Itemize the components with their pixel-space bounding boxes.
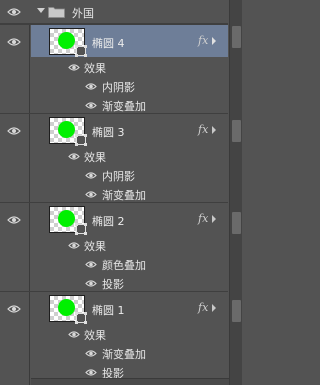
layer-row[interactable]: 椭圆 4 fx	[0, 24, 228, 57]
effect-name: 内阴影	[102, 81, 135, 94]
folder-icon	[48, 6, 65, 18]
effect-item[interactable]: 渐变叠加	[0, 95, 228, 114]
effect-name: 内阴影	[102, 170, 135, 183]
layer-thumbnail[interactable]	[49, 117, 87, 146]
scroll-thumb[interactable]	[232, 212, 241, 234]
eye-icon[interactable]	[85, 81, 97, 90]
fx-icon[interactable]: fx	[198, 34, 208, 47]
eye-icon[interactable]	[7, 7, 21, 17]
ellipse-shape	[58, 32, 75, 49]
effect-item[interactable]: 投影	[0, 273, 228, 292]
eye-icon[interactable]	[85, 278, 97, 287]
effect-item[interactable]: 渐变叠加	[0, 184, 228, 203]
eye-icon[interactable]	[68, 329, 80, 338]
effect-name: 渐变叠加	[102, 348, 146, 361]
effects-header[interactable]: 效果	[0, 235, 228, 254]
eye-icon[interactable]	[85, 367, 97, 376]
eye-icon[interactable]	[68, 240, 80, 249]
eye-icon[interactable]	[7, 126, 21, 136]
layers-panel: 外国 椭圆 4 fx 效果 内阴影 渐变叠加 椭圆 3 fx 效果 内阴影 渐变叠加 椭圆 2 fx 效…	[0, 0, 242, 385]
eye-icon[interactable]	[85, 100, 97, 109]
fx-icon[interactable]: fx	[198, 301, 208, 314]
effects-label: 效果	[84, 240, 106, 253]
effect-name: 渐变叠加	[102, 100, 146, 113]
group-name: 外国	[72, 7, 94, 20]
effects-label: 效果	[84, 62, 106, 75]
shape-layer-icon	[75, 312, 87, 324]
eye-icon[interactable]	[7, 304, 21, 314]
eye-icon[interactable]	[85, 348, 97, 357]
eye-icon[interactable]	[7, 215, 21, 225]
effects-toggle-icon[interactable]	[212, 126, 216, 134]
eye-icon[interactable]	[85, 259, 97, 268]
effect-name: 投影	[102, 278, 124, 291]
layer-name[interactable]: 椭圆 2	[92, 213, 125, 229]
shape-layer-icon	[75, 45, 87, 57]
layer-name[interactable]: 椭圆 4	[92, 35, 125, 51]
fx-icon[interactable]: fx	[198, 212, 208, 225]
effects-header[interactable]: 效果	[0, 57, 228, 76]
layer-name[interactable]: 椭圆 3	[92, 124, 125, 140]
disclosure-triangle-icon[interactable]	[37, 8, 45, 13]
effects-toggle-icon[interactable]	[212, 215, 216, 223]
eye-icon[interactable]	[85, 189, 97, 198]
scroll-thumb[interactable]	[232, 26, 241, 48]
scroll-thumb[interactable]	[232, 300, 241, 322]
effects-toggle-icon[interactable]	[212, 304, 216, 312]
eye-icon[interactable]	[68, 62, 80, 71]
ellipse-shape	[58, 210, 75, 227]
layer-row[interactable]: 椭圆 3 fx	[0, 113, 228, 146]
shape-layer-icon	[75, 134, 87, 146]
eye-icon[interactable]	[68, 151, 80, 160]
effects-header[interactable]: 效果	[0, 146, 228, 165]
layer-thumbnail[interactable]	[49, 28, 87, 57]
fx-icon[interactable]: fx	[198, 123, 208, 136]
layer-thumbnail[interactable]	[49, 206, 87, 235]
effect-item[interactable]: 颜色叠加	[0, 254, 228, 273]
effects-toggle-icon[interactable]	[212, 37, 216, 45]
layer-row[interactable]: 椭圆 1 fx	[0, 291, 228, 324]
effect-item[interactable]: 渐变叠加	[0, 343, 228, 362]
ellipse-shape	[58, 299, 75, 316]
eye-icon[interactable]	[85, 170, 97, 179]
effect-name: 颜色叠加	[102, 259, 146, 272]
layer-thumbnail[interactable]	[49, 295, 87, 324]
ellipse-shape	[58, 121, 75, 138]
effects-label: 效果	[84, 151, 106, 164]
layer-row[interactable]: 椭圆 2 fx	[0, 202, 228, 235]
effect-name: 渐变叠加	[102, 189, 146, 202]
panel-bottom-edge	[31, 378, 229, 385]
group-row[interactable]: 外国	[0, 0, 228, 24]
layer-name[interactable]: 椭圆 1	[92, 302, 125, 318]
vertical-scrollbar[interactable]	[229, 0, 242, 385]
effects-header[interactable]: 效果	[0, 324, 228, 343]
shape-layer-icon	[75, 223, 87, 235]
scroll-thumb[interactable]	[232, 120, 241, 142]
effect-item[interactable]: 内阴影	[0, 76, 228, 95]
effects-label: 效果	[84, 329, 106, 342]
eye-icon[interactable]	[7, 37, 21, 47]
effect-item[interactable]: 内阴影	[0, 165, 228, 184]
